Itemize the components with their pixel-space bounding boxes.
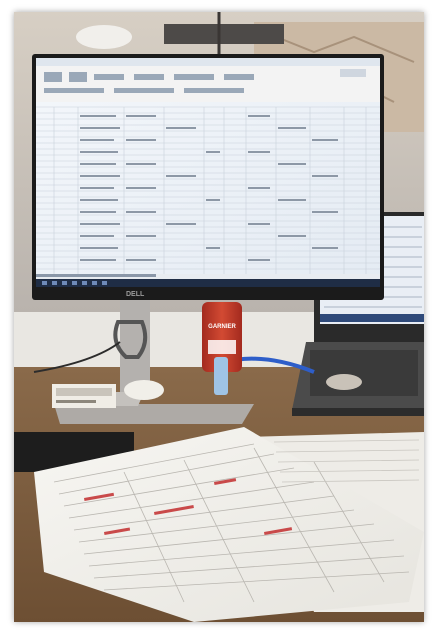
tube-brand: GARNIER xyxy=(208,324,236,330)
lamp-shade xyxy=(76,25,132,49)
desk-photo: DELL GARNIER xyxy=(14,12,424,622)
laptop-keyboard xyxy=(310,350,418,396)
taskbar xyxy=(36,279,380,287)
photo-scene: DELL GARNIER xyxy=(14,12,424,622)
earbuds xyxy=(326,374,362,390)
egg-object xyxy=(124,380,164,400)
lamp-arm xyxy=(164,24,284,44)
monitor-brand: DELL xyxy=(126,291,145,298)
small-box xyxy=(52,384,116,408)
monitor: DELL xyxy=(32,54,384,300)
lip-balm xyxy=(214,357,228,395)
